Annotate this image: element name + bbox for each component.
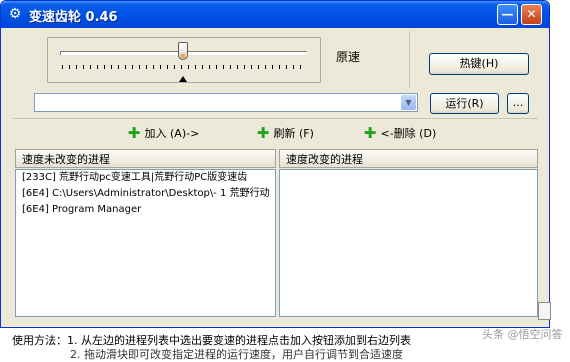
scroll-button[interactable] <box>538 302 551 320</box>
minimize-button[interactable]: — <box>497 4 518 25</box>
remove-label: <-删除 (D) <box>380 127 437 140</box>
unchanged-list-header[interactable]: 速度未改变的进程 <box>15 149 276 168</box>
changed-process-list[interactable] <box>279 169 538 317</box>
add-label: 加入 (A)-> <box>144 127 200 140</box>
hotkey-button[interactable]: 热键(H) <box>429 53 529 75</box>
refresh-button[interactable]: ✚ 刷新 (F) <box>256 125 314 141</box>
slider-ticks <box>62 65 306 69</box>
browse-button[interactable]: ... <box>507 93 529 114</box>
add-button[interactable]: ✚ 加入 (A)-> <box>127 124 200 142</box>
speed-label: 原速 <box>336 50 361 64</box>
gear-icon: ⚙ <box>8 6 22 22</box>
divider <box>409 31 410 88</box>
refresh-icon: ✚ <box>256 124 270 142</box>
usage-line-2: 2. 拖动滑块即可改变指定进程的运行速度，用户自行调节到合适速度 <box>70 348 403 361</box>
speed-slider-panel <box>47 37 321 83</box>
list-item[interactable]: [6E4] Program Manager <box>16 202 275 218</box>
list-item[interactable]: [233C] 荒野行动pc变速工具|荒野行动PC版变速齿 <box>16 170 275 186</box>
watermark: 头条 @悟空问答 <box>482 328 563 341</box>
title-bar[interactable]: ⚙ 变速齿轮 0.46 — ✕ <box>1 1 549 28</box>
run-button[interactable]: 运行(R) <box>430 93 499 114</box>
list-item[interactable]: [6E4] C:\Users\Administrator\Desktop\- 1… <box>16 186 275 202</box>
window-title: 变速齿轮 0.46 <box>29 10 118 25</box>
changed-list-header[interactable]: 速度改变的进程 <box>279 149 538 168</box>
default-speed-marker-icon <box>179 76 187 82</box>
add-icon: ✚ <box>127 124 141 142</box>
slider-thumb[interactable] <box>178 42 188 60</box>
remove-button[interactable]: ✚ <-删除 (D) <box>363 124 437 142</box>
close-button[interactable]: ✕ <box>521 4 542 25</box>
app-window: ⚙ 变速齿轮 0.46 — ✕ 原速 热键(H) ▼ 运行(R) ... ✚ 加… <box>0 0 550 328</box>
process-combobox[interactable]: ▼ <box>34 93 418 112</box>
remove-icon: ✚ <box>363 124 377 142</box>
chevron-down-icon[interactable]: ▼ <box>401 95 416 110</box>
divider <box>13 118 538 119</box>
unchanged-process-list[interactable]: [233C] 荒野行动pc变速工具|荒野行动PC版变速齿 [6E4] C:\Us… <box>15 169 276 317</box>
refresh-label: 刷新 (F) <box>273 127 314 140</box>
